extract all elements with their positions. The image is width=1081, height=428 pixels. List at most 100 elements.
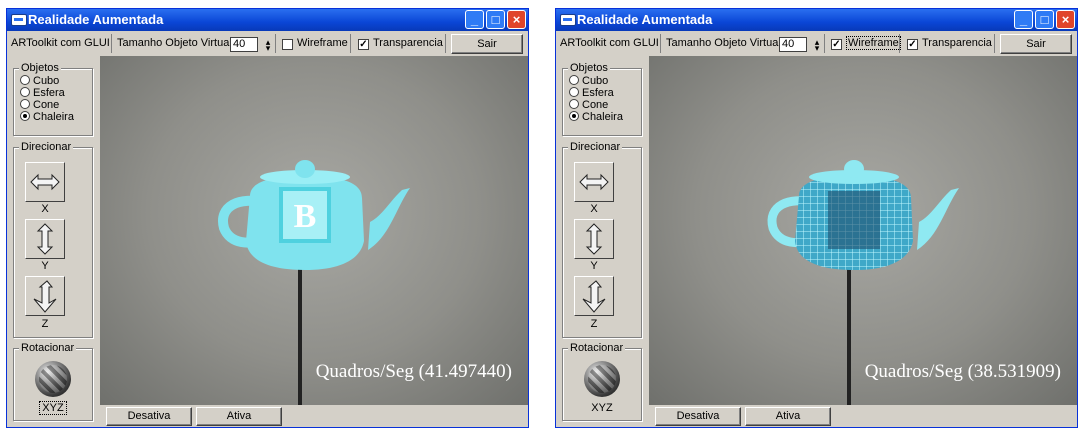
axis-y-label: Y	[41, 260, 49, 272]
transparencia-checkbox[interactable]: ✓	[907, 39, 918, 50]
vertical-arrow-icon	[585, 223, 603, 255]
spinner-arrows-icon[interactable]: ▴ ▾	[813, 38, 821, 53]
radio-chaleira[interactable]: Chaleira	[20, 111, 74, 123]
translate-z-button[interactable]	[574, 276, 614, 316]
radio-chaleira[interactable]: Chaleira	[569, 111, 623, 123]
radio-esfera[interactable]: Esfera	[569, 87, 614, 99]
rotation-sphere-control[interactable]	[35, 361, 71, 397]
axis-x-label: X	[41, 203, 49, 215]
radio-icon	[569, 87, 579, 97]
wireframe-label: Wireframe	[846, 36, 901, 50]
desativa-button[interactable]: Desativa	[655, 407, 741, 426]
toolbar-separator	[111, 34, 112, 53]
translate-y-button[interactable]	[574, 219, 614, 259]
translate-x-button[interactable]	[574, 162, 614, 202]
transparencia-checkbox[interactable]: ✓	[358, 39, 369, 50]
app-icon	[560, 14, 576, 26]
toolbar-separator	[824, 34, 825, 53]
radio-esfera[interactable]: Esfera	[20, 87, 65, 99]
sair-button[interactable]: Sair	[451, 34, 523, 54]
radio-label: Esfera	[582, 87, 614, 99]
radio-selected-icon	[569, 111, 579, 121]
artoolkit-label: ARToolkit com GLUI	[560, 37, 659, 49]
radio-label: Chaleira	[33, 111, 74, 123]
axis-x-label: X	[590, 203, 598, 215]
translate-y-button[interactable]	[25, 219, 65, 259]
transparencia-label: Transparencia	[373, 37, 443, 49]
depth-arrow-icon	[582, 280, 606, 313]
horizontal-arrow-icon	[30, 173, 60, 191]
window-title: Realidade Aumentada	[577, 12, 713, 27]
ar-viewport[interactable]: Quadros/Seg (38.531909)	[649, 56, 1077, 405]
objetos-title: Objetos	[19, 62, 61, 74]
control-panel: Objetos Cubo Esfera Cone Chaleira Direci…	[7, 56, 100, 427]
translate-x-button[interactable]	[25, 162, 65, 202]
radio-label: Cubo	[582, 75, 609, 87]
sair-button[interactable]: Sair	[1000, 34, 1072, 54]
radio-label: Esfera	[33, 87, 65, 99]
size-label: Tamanho Objeto Virtual	[666, 37, 781, 49]
radio-cone[interactable]: Cone	[569, 99, 608, 111]
wireframe-checkbox[interactable]	[282, 39, 293, 50]
toolbar-separator	[350, 34, 351, 53]
toolbar-separator	[994, 34, 995, 53]
minimize-icon[interactable]: _	[465, 10, 484, 29]
objetos-title: Objetos	[568, 62, 610, 74]
radio-icon	[569, 99, 579, 109]
radio-cubo[interactable]: Cubo	[20, 75, 59, 87]
artoolkit-label: ARToolkit com GLUI	[11, 37, 110, 49]
radio-icon	[20, 87, 30, 97]
wireframe-checkbox[interactable]: ✓	[831, 39, 842, 50]
title-bar[interactable]: Realidade Aumentada _ □ ×	[7, 9, 528, 31]
size-label: Tamanho Objeto Virtual	[117, 37, 232, 49]
app-window-wireframe: Realidade Aumentada _ □ × ARToolkit com …	[555, 8, 1078, 428]
wireframe-label: Wireframe	[297, 37, 348, 49]
toolbar-separator	[660, 34, 661, 53]
rotacionar-title: Rotacionar	[19, 342, 77, 354]
fps-readout: Quadros/Seg (41.497440)	[315, 361, 512, 382]
radio-icon	[569, 75, 579, 85]
rotation-sphere-control[interactable]	[584, 361, 620, 397]
axis-z-label: Z	[41, 318, 49, 330]
ativa-button[interactable]: Ativa	[196, 407, 282, 426]
teapot-icon: B	[218, 160, 410, 270]
toolbar: ARToolkit com GLUI Tamanho Objeto Virtua…	[7, 31, 528, 56]
bottom-bar: Desativa Ativa	[100, 405, 528, 427]
title-bar[interactable]: Realidade Aumentada _ □ ×	[556, 9, 1077, 31]
maximize-icon[interactable]: □	[1035, 10, 1054, 29]
toolbar-separator	[445, 34, 446, 53]
horizontal-arrow-icon	[579, 173, 609, 191]
close-icon[interactable]: ×	[1056, 10, 1075, 29]
radio-label: Cone	[33, 99, 60, 111]
desativa-button[interactable]: Desativa	[106, 407, 192, 426]
minimize-icon[interactable]: _	[1014, 10, 1033, 29]
app-window-solid: Realidade Aumentada _ □ × ARToolkit com …	[6, 8, 529, 428]
close-icon[interactable]: ×	[507, 10, 526, 29]
spinner-arrows-icon[interactable]: ▴ ▾	[264, 38, 272, 53]
size-spinner-input[interactable]: 40	[779, 37, 807, 52]
size-spinner-input[interactable]: 40	[230, 37, 258, 52]
direcionar-group: Direcionar X Y Z	[13, 141, 93, 338]
radio-cubo[interactable]: Cubo	[569, 75, 608, 87]
objetos-group: Objetos Cubo Esfera Cone Chaleira	[13, 62, 93, 136]
maximize-icon[interactable]: □	[486, 10, 505, 29]
svg-text:B: B	[294, 198, 317, 235]
radio-label: Cone	[582, 99, 609, 111]
axis-z-label: Z	[590, 318, 598, 330]
radio-icon	[20, 99, 30, 109]
ativa-button[interactable]: Ativa	[745, 407, 831, 426]
depth-arrow-icon	[33, 280, 57, 313]
teapot-scene	[767, 160, 959, 405]
radio-label: Chaleira	[582, 111, 623, 123]
rotacionar-group: Rotacionar XYZ	[562, 342, 642, 421]
toolbar: ARToolkit com GLUI Tamanho Objeto Virtua…	[556, 31, 1077, 56]
teapot-scene: B	[218, 160, 410, 405]
radio-cone[interactable]: Cone	[20, 99, 59, 111]
direcionar-title: Direcionar	[19, 141, 74, 153]
transparencia-label: Transparencia	[922, 37, 992, 49]
translate-z-button[interactable]	[25, 276, 65, 316]
toolbar-separator	[275, 34, 276, 53]
objetos-group: Objetos Cubo Esfera Cone Chaleira	[562, 62, 642, 136]
window-title: Realidade Aumentada	[28, 12, 164, 27]
ar-viewport[interactable]: B Quadros/Seg (41.497440)	[100, 56, 528, 405]
